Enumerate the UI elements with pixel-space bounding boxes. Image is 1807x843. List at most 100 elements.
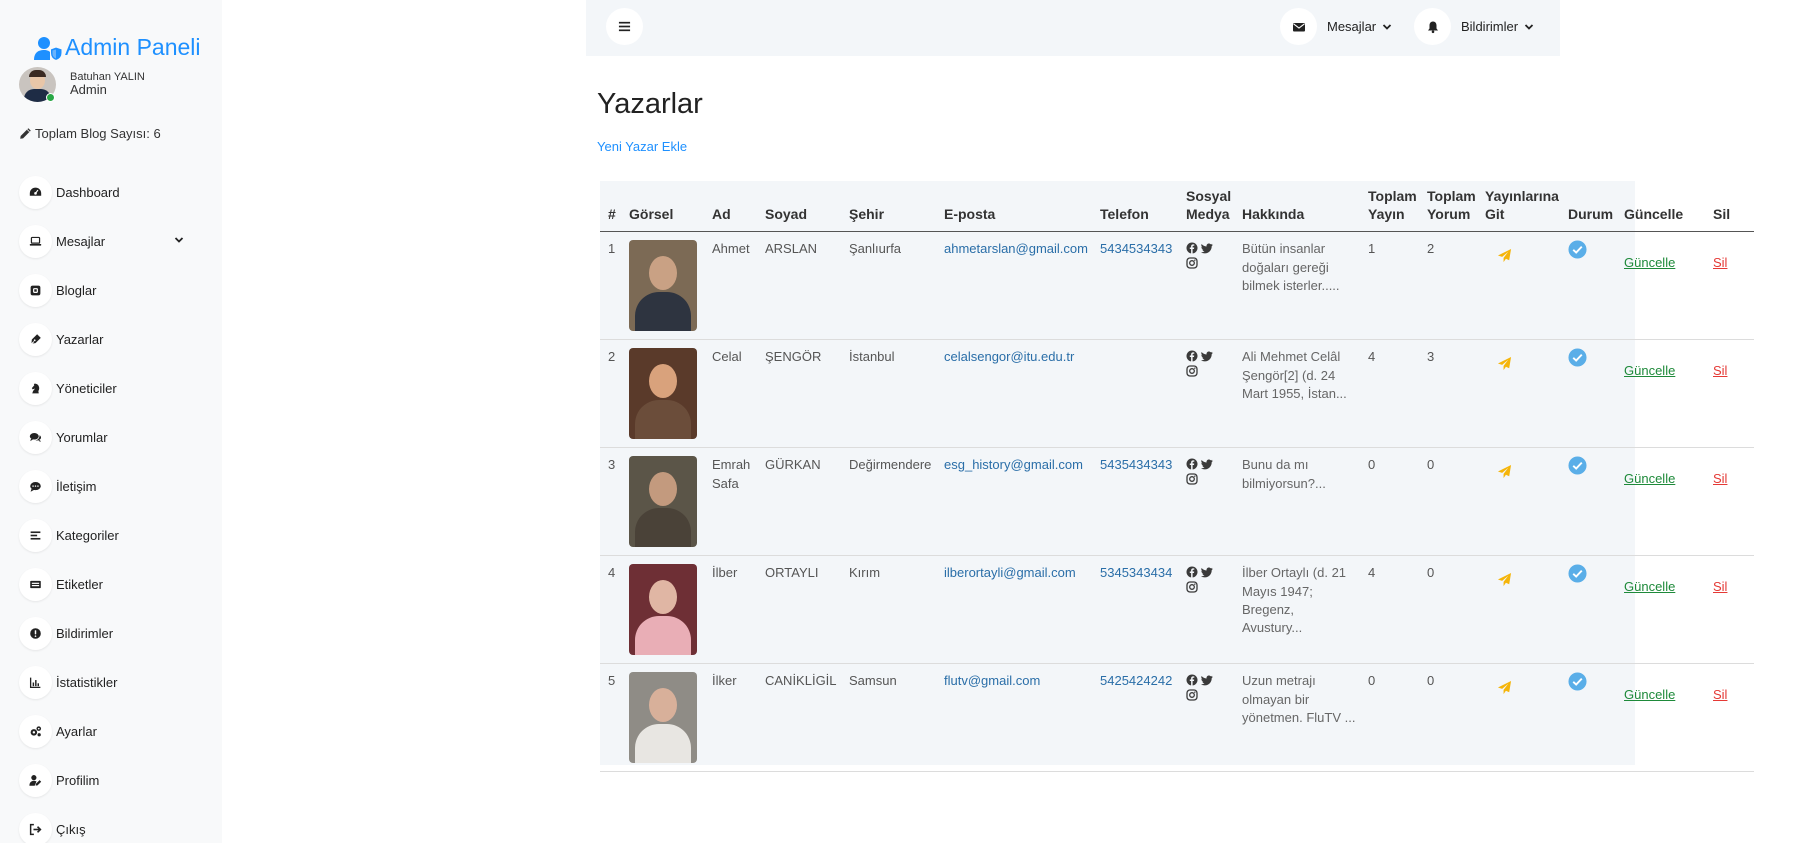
sidebar-item-ayarlar[interactable]: Ayarlar <box>19 707 199 756</box>
blog-count: Toplam Blog Sayısı: 6 <box>19 126 161 141</box>
table-row: 4 İlber ORTAYLI Kırım ilberortayli@gmail… <box>600 555 1754 665</box>
sidebar: Admin Paneli Batuhan YALIN Admin Toplam … <box>0 0 222 843</box>
status-toggle[interactable] <box>1568 348 1612 372</box>
column-header: Ad <box>704 181 757 233</box>
first-name: Ahmet <box>704 231 757 341</box>
column-header: Durum <box>1560 181 1616 233</box>
author-photo-cell <box>621 447 704 557</box>
status-cell <box>1560 231 1616 341</box>
email-link[interactable]: ilberortayli@gmail.com <box>936 555 1092 665</box>
facebook-icon[interactable] <box>1186 458 1198 470</box>
update-link[interactable]: Güncelle <box>1624 348 1701 380</box>
sidebar-item-yorumlar[interactable]: Yorumlar <box>19 413 199 462</box>
delete-link[interactable]: Sil <box>1713 564 1750 596</box>
phone-link[interactable] <box>1092 339 1178 449</box>
update-cell: Güncelle <box>1616 447 1705 557</box>
facebook-icon[interactable] <box>1186 674 1198 686</box>
email-link[interactable]: flutv@gmail.com <box>936 663 1092 773</box>
add-author-link[interactable]: Yeni Yazar Ekle <box>597 139 687 154</box>
notifications-dropdown[interactable]: Bildirimler <box>1414 8 1534 45</box>
email-link[interactable]: esg_history@gmail.com <box>936 447 1092 557</box>
twitter-icon[interactable] <box>1201 242 1213 254</box>
sidebar-item-dashboard[interactable]: Dashboard <box>19 168 199 217</box>
sidebar-item-bloglar[interactable]: Bloglar <box>19 266 199 315</box>
sidebar-item-bildirimler[interactable]: Bildirimler <box>19 609 199 658</box>
author-photo <box>629 240 697 332</box>
go-to-posts-button[interactable] <box>1485 348 1556 371</box>
sidebar-item-istatistikler[interactable]: İstatistikler <box>19 658 199 707</box>
go-to-posts-button[interactable] <box>1485 456 1556 479</box>
delete-link[interactable]: Sil <box>1713 672 1750 704</box>
paper-plane-icon <box>1497 249 1512 263</box>
delete-link[interactable]: Sil <box>1713 348 1750 380</box>
instagram-icon[interactable] <box>1186 689 1198 702</box>
twitter-icon[interactable] <box>1201 350 1213 362</box>
instagram-icon[interactable] <box>1186 257 1198 270</box>
column-header: Toplam Yorum <box>1419 181 1477 233</box>
column-header: Görsel <box>621 181 704 233</box>
instagram-icon[interactable] <box>1186 365 1198 378</box>
social-media-cell <box>1178 663 1234 773</box>
phone-link[interactable]: 5425424242 <box>1092 663 1178 773</box>
go-to-posts-cell <box>1477 339 1560 449</box>
delete-link[interactable]: Sil <box>1713 456 1750 488</box>
twitter-icon[interactable] <box>1201 458 1213 470</box>
user-card[interactable]: Batuhan YALIN Admin <box>19 67 145 102</box>
instagram-icon[interactable] <box>1186 473 1198 486</box>
city: Değirmendere <box>841 447 936 557</box>
user-shield-icon <box>34 36 63 61</box>
authors-table: # Görsel Ad Soyad Şehir E-posta Telefon … <box>600 181 1754 773</box>
brand[interactable]: Admin Paneli <box>33 34 201 61</box>
gears-icon <box>30 726 42 737</box>
update-link[interactable]: Güncelle <box>1624 240 1701 272</box>
email-link[interactable]: ahmetarslan@gmail.com <box>936 231 1092 341</box>
user-edit-icon <box>29 775 42 786</box>
delete-cell: Sil <box>1705 339 1754 449</box>
status-toggle[interactable] <box>1568 456 1612 480</box>
last-name: ARSLAN <box>757 231 841 341</box>
status-cell <box>1560 339 1616 449</box>
table-row: 2 Celal ŞENGÖR İstanbul celalsengor@itu.… <box>600 339 1754 449</box>
delete-link[interactable]: Sil <box>1713 240 1750 272</box>
sidebar-item-yoneticiler[interactable]: Yöneticiler <box>19 364 199 413</box>
update-cell: Güncelle <box>1616 555 1705 665</box>
update-cell: Güncelle <box>1616 339 1705 449</box>
update-link[interactable]: Güncelle <box>1624 564 1701 596</box>
update-link[interactable]: Güncelle <box>1624 672 1701 704</box>
twitter-icon[interactable] <box>1201 566 1213 578</box>
sidebar-item-yazarlar[interactable]: Yazarlar <box>19 315 199 364</box>
sidebar-item-cikis[interactable]: Çıkış <box>19 805 199 843</box>
go-to-posts-button[interactable] <box>1485 240 1556 263</box>
social-media-cell <box>1178 555 1234 665</box>
menu-toggle-button[interactable] <box>606 8 643 45</box>
phone-link[interactable]: 5435434343 <box>1092 447 1178 557</box>
pencil-icon <box>20 128 31 139</box>
sidebar-item-kategoriler[interactable]: Kategoriler <box>19 511 199 560</box>
sidebar-item-profilim[interactable]: Profilim <box>19 756 199 805</box>
phone-link[interactable]: 5434534343 <box>1092 231 1178 341</box>
status-toggle[interactable] <box>1568 672 1612 696</box>
status-toggle[interactable] <box>1568 564 1612 588</box>
sidebar-item-mesajlar[interactable]: Mesajlar <box>19 217 199 266</box>
sidebar-item-iletisim[interactable]: İletişim <box>19 462 199 511</box>
sidebar-item-label: Profilim <box>56 773 100 788</box>
about-text: Uzun metrajı olmayan bir yönetmen. FluTV… <box>1234 663 1360 773</box>
messages-dropdown[interactable]: Mesajlar <box>1280 8 1392 45</box>
instagram-icon[interactable] <box>1186 581 1198 594</box>
go-to-posts-button[interactable] <box>1485 564 1556 587</box>
last-name: ORTAYLI <box>757 555 841 665</box>
sidebar-item-label: Yöneticiler <box>56 381 117 396</box>
bell-icon <box>1427 21 1438 33</box>
facebook-icon[interactable] <box>1186 242 1198 254</box>
phone-link[interactable]: 5345343434 <box>1092 555 1178 665</box>
email-link[interactable]: celalsengor@itu.edu.tr <box>936 339 1092 449</box>
sidebar-item-etiketler[interactable]: Etiketler <box>19 560 199 609</box>
facebook-icon[interactable] <box>1186 350 1198 362</box>
last-name: ŞENGÖR <box>757 339 841 449</box>
twitter-icon[interactable] <box>1201 674 1213 686</box>
go-to-posts-button[interactable] <box>1485 672 1556 695</box>
author-photo <box>629 456 697 548</box>
status-toggle[interactable] <box>1568 240 1612 264</box>
update-link[interactable]: Güncelle <box>1624 456 1701 488</box>
facebook-icon[interactable] <box>1186 566 1198 578</box>
